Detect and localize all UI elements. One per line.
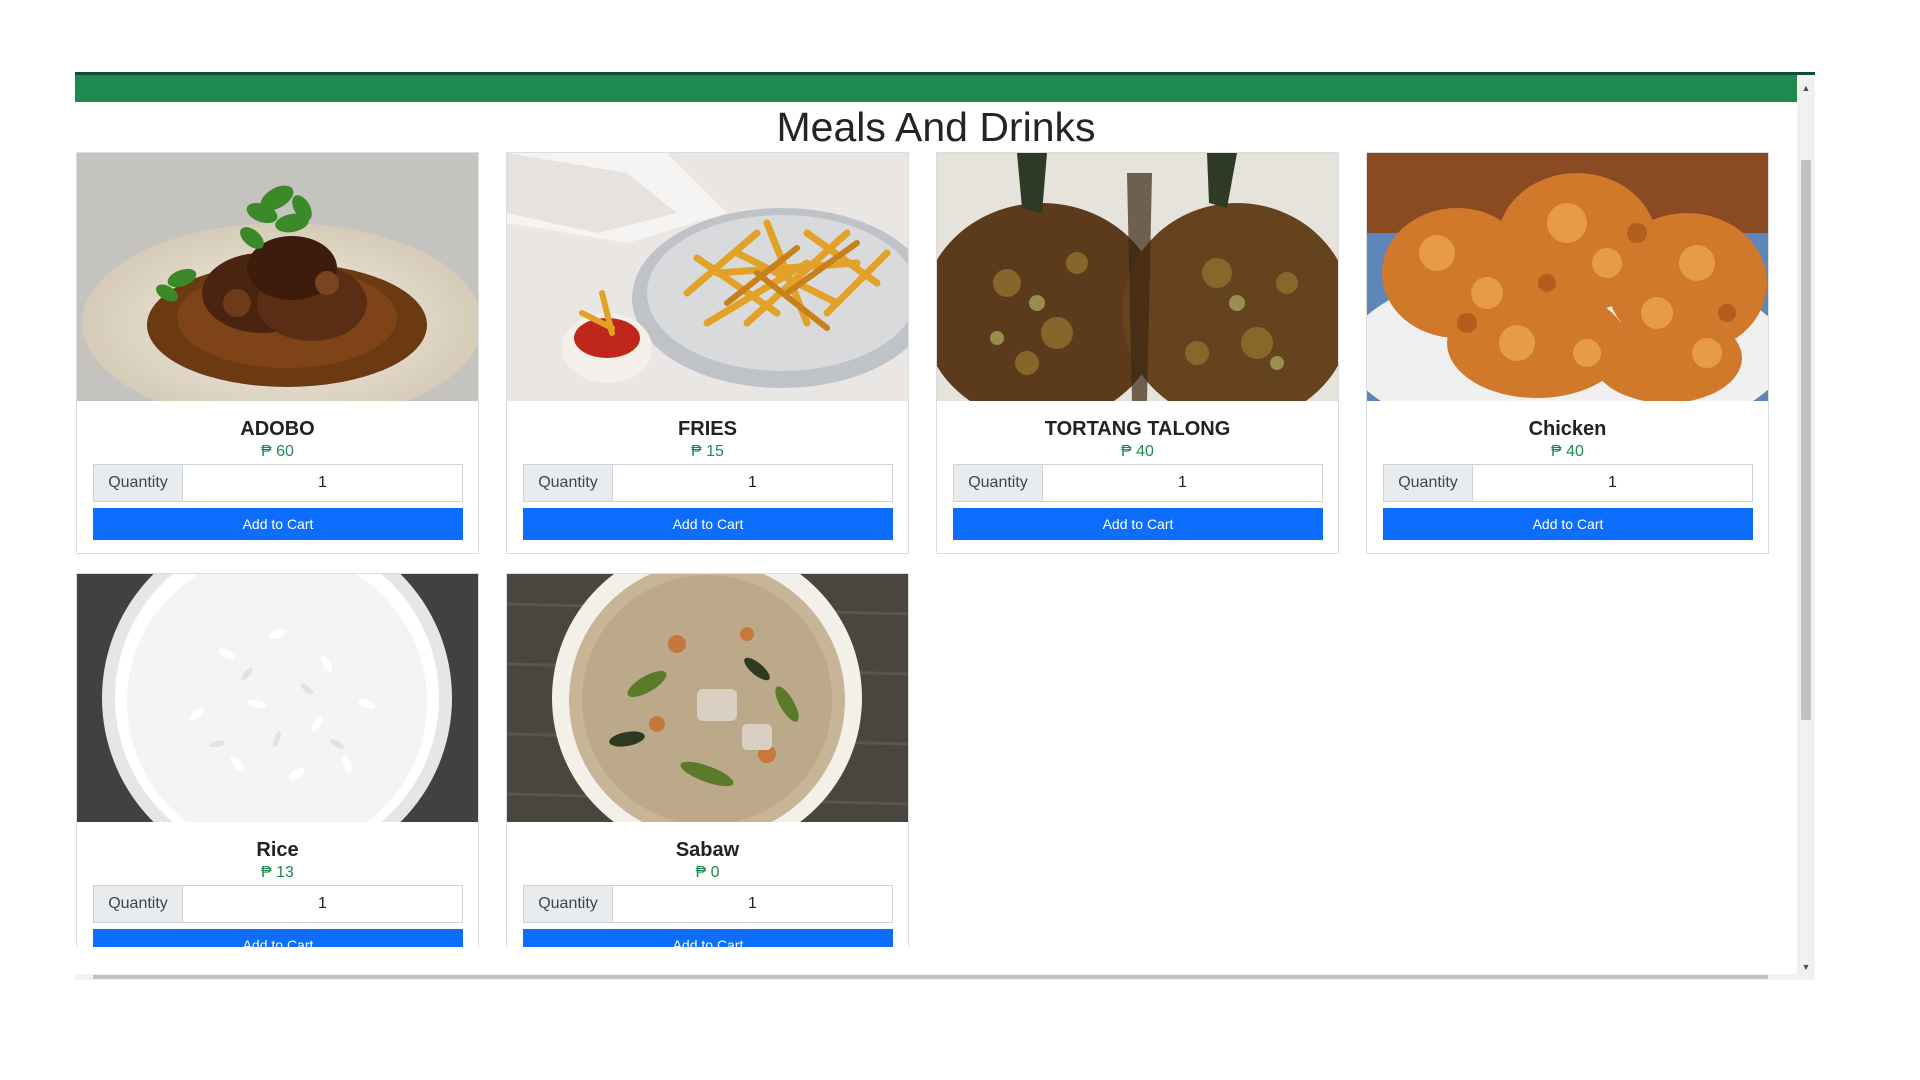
add-to-cart-button[interactable]: Add to Cart: [523, 508, 893, 540]
product-card-adobo: ADOBO ₱ 60 Quantity Add to Cart: [76, 152, 479, 554]
add-to-cart-button[interactable]: Add to Cart: [93, 929, 463, 947]
quantity-input[interactable]: [613, 465, 892, 501]
quantity-group: Quantity: [93, 885, 463, 923]
product-image-sabaw: [507, 574, 908, 822]
quantity-label: Quantity: [524, 886, 613, 922]
quantity-group: Quantity: [1383, 464, 1753, 502]
product-card-chicken: Chicken ₱ 40 Quantity Add to Cart: [1366, 152, 1769, 554]
vertical-scrollbar[interactable]: ▲ ▼: [1797, 75, 1815, 980]
quantity-label: Quantity: [524, 465, 613, 501]
product-name: Sabaw: [675, 839, 740, 861]
product-image-rice: [77, 574, 478, 822]
product-price: ₱ 13: [261, 864, 294, 881]
product-image-adobo: [77, 153, 478, 401]
product-image-chicken: [1367, 153, 1768, 401]
product-card-fries: FRIES ₱ 15 Quantity Add to Cart: [506, 152, 909, 554]
quantity-input[interactable]: [1043, 465, 1322, 501]
product-name: ADOBO: [240, 418, 315, 440]
menu-content: Meals And Drinks ADOBO ₱ 60 Quantity 1 A…: [75, 102, 1797, 947]
browser-viewport: Meals And Drinks ADOBO ₱ 60 Quantity 1 A…: [75, 72, 1815, 980]
add-to-cart-button[interactable]: Add to Cart: [523, 929, 893, 947]
quantity-label: Quantity: [1384, 465, 1473, 501]
scroll-up-icon[interactable]: ▲: [1797, 81, 1815, 95]
quantity-label: Quantity: [94, 886, 183, 922]
scroll-down-icon[interactable]: ▼: [1797, 960, 1815, 974]
product-card-sabaw: Sabaw ₱ 0 Quantity Add to Cart: [506, 573, 909, 947]
product-name: Rice: [256, 839, 299, 861]
product-image-tortang-talong: [937, 153, 1338, 401]
add-to-cart-button[interactable]: Add to Cart: [93, 508, 463, 540]
quantity-input[interactable]: [613, 886, 892, 922]
quantity-input[interactable]: [1473, 465, 1752, 501]
page-title: Meals And Drinks: [776, 104, 1096, 150]
quantity-input[interactable]: [183, 465, 462, 501]
product-image-fries: [507, 153, 908, 401]
product-name: TORTANG TALONG: [1044, 418, 1231, 440]
add-to-cart-button[interactable]: Add to Cart: [1383, 508, 1753, 540]
quantity-label: Quantity: [94, 465, 183, 501]
quantity-group: Quantity: [953, 464, 1323, 502]
quantity-group: Quantity: [523, 464, 893, 502]
horizontal-scrollbar-thumb[interactable]: [93, 975, 1768, 979]
quantity-group: Quantity: [93, 464, 463, 502]
product-card-rice: Rice ₱ 13 Quantity Add to Cart: [76, 573, 479, 947]
product-price: ₱ 0: [695, 864, 720, 881]
header-bar: [75, 75, 1797, 102]
product-price: ₱ 15: [691, 443, 724, 460]
horizontal-scrollbar[interactable]: [75, 974, 1797, 980]
quantity-group: Quantity: [523, 885, 893, 923]
product-name: Chicken: [1528, 418, 1607, 440]
product-price: ₱ 40: [1121, 443, 1154, 460]
vertical-scrollbar-thumb[interactable]: [1801, 160, 1811, 720]
product-price: ₱ 40: [1551, 443, 1584, 460]
quantity-input[interactable]: [183, 886, 462, 922]
add-to-cart-button[interactable]: Add to Cart: [953, 508, 1323, 540]
quantity-label: Quantity: [954, 465, 1043, 501]
product-card-tortang-talong: TORTANG TALONG ₱ 40 Quantity Add to Cart: [936, 152, 1339, 554]
product-price: ₱ 60: [261, 443, 294, 460]
product-name: FRIES: [678, 418, 737, 440]
